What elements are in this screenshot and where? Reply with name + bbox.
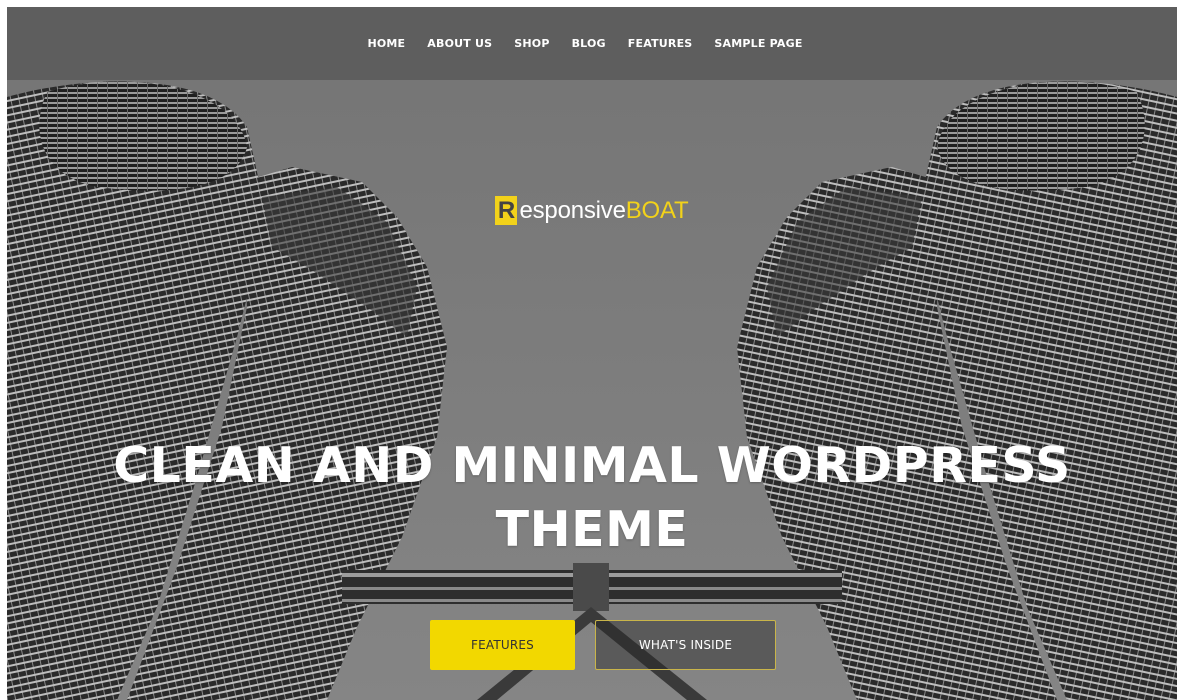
logo-initial: R bbox=[495, 196, 518, 225]
hero-background-image bbox=[7, 7, 1177, 700]
hero-headline-line-1: CLEAN AND MINIMAL WORDPRESS bbox=[113, 437, 1071, 494]
features-button[interactable]: FEATURES bbox=[430, 620, 575, 670]
nav-item-features[interactable]: FEATURES bbox=[617, 37, 704, 50]
logo-text-middle: esponsive bbox=[519, 196, 626, 224]
nav-menu: HOME ABOUT US SHOP BLOG FEATURES SAMPLE … bbox=[356, 37, 813, 50]
nav-item-home[interactable]: HOME bbox=[356, 37, 416, 50]
page-frame: HOME ABOUT US SHOP BLOG FEATURES SAMPLE … bbox=[7, 7, 1177, 700]
nav-item-blog[interactable]: BLOG bbox=[561, 37, 617, 50]
logo-text-end: BOAT bbox=[625, 196, 689, 224]
nav-item-sample-page[interactable]: SAMPLE PAGE bbox=[703, 37, 813, 50]
top-navbar: HOME ABOUT US SHOP BLOG FEATURES SAMPLE … bbox=[7, 7, 1177, 80]
nav-item-shop[interactable]: SHOP bbox=[503, 37, 560, 50]
logo-wordmark: R esponsive BOAT bbox=[495, 196, 689, 225]
site-logo[interactable]: R esponsive BOAT bbox=[7, 196, 1177, 225]
hero-headline: CLEAN AND MINIMAL WORDPRESS THEME bbox=[7, 434, 1177, 562]
hero-headline-line-2: THEME bbox=[495, 501, 689, 558]
nav-item-about-us[interactable]: ABOUT US bbox=[416, 37, 503, 50]
whats-inside-button[interactable]: WHAT'S INSIDE bbox=[595, 620, 776, 670]
